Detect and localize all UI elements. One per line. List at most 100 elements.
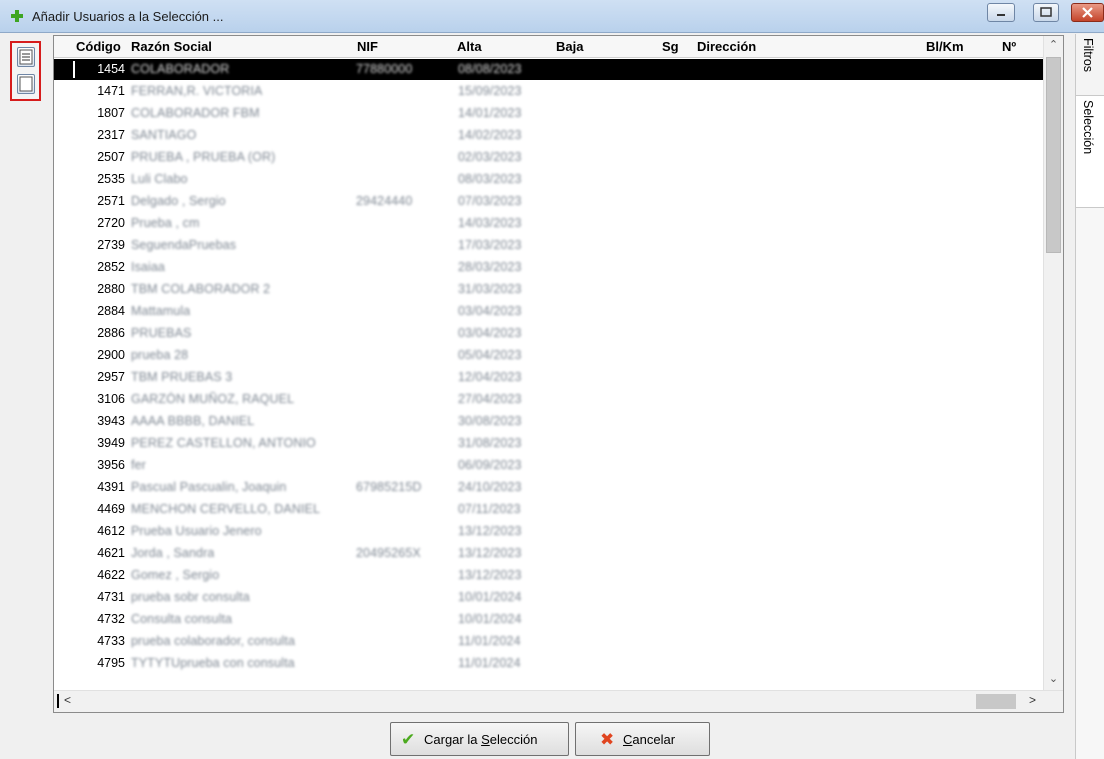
table-row[interactable]: 3956 fer 06/09/2023 [54, 455, 1043, 476]
row-indicator [73, 171, 75, 188]
table-row[interactable]: 2571 Delgado , Sergio 29424440 07/03/2023 [54, 191, 1043, 212]
table-row[interactable]: 2317 SANTIAGO 14/02/2023 [54, 125, 1043, 146]
scroll-left-icon[interactable]: < [64, 693, 71, 707]
cell-codigo: 2317 [97, 128, 125, 142]
column-header-baja[interactable]: Baja [556, 39, 583, 54]
table-row[interactable]: 2880 TBM COLABORADOR 2 31/03/2023 [54, 279, 1043, 300]
column-header-numero[interactable]: Nº [1002, 39, 1016, 54]
table-row[interactable]: 2957 TBM PRUEBAS 3 12/04/2023 [54, 367, 1043, 388]
cell-codigo: 4622 [97, 568, 125, 582]
users-grid[interactable]: Código Razón Social NIF Alta Baja Sg Dir… [53, 35, 1064, 713]
row-indicator [73, 325, 75, 342]
row-indicator [73, 369, 75, 386]
table-row[interactable]: 4612 Prueba Usuario Jenero 13/12/2023 [54, 521, 1043, 542]
title-bar: Añadir Usuarios a la Selección ... [0, 0, 1104, 33]
horizontal-scrollbar[interactable]: < > [54, 690, 1063, 712]
cell-nif: 20495265X [356, 546, 421, 560]
cell-razon-social: Luli Clabo [131, 172, 188, 186]
cell-codigo: 2571 [97, 194, 125, 208]
horizontal-scroll-thumb[interactable] [976, 694, 1016, 709]
row-indicator [73, 391, 75, 408]
tab-filtros[interactable]: Filtros [1076, 34, 1104, 96]
row-indicator [73, 237, 75, 254]
column-header-direccion[interactable]: Dirección [697, 39, 756, 54]
close-icon [1082, 7, 1093, 18]
row-indicator [73, 281, 75, 298]
table-row[interactable]: 3949 PEREZ CASTELLON, ANTONIO 31/08/2023 [54, 433, 1043, 454]
cell-codigo: 1454 [97, 62, 125, 76]
table-row[interactable]: 2884 Mattamula 03/04/2023 [54, 301, 1043, 322]
tab-seleccion[interactable]: Selección [1076, 96, 1104, 208]
table-row[interactable]: 1807 COLABORADOR FBM 14/01/2023 [54, 103, 1043, 124]
select-all-button[interactable] [17, 47, 35, 67]
load-selection-label: Cargar la Selección [424, 732, 538, 747]
scroll-down-icon[interactable]: ⌄ [1044, 670, 1063, 688]
load-selection-button[interactable]: ✔ Cargar la Selección [390, 722, 569, 756]
row-indicator [73, 193, 75, 210]
table-row[interactable]: 4621 Jorda , Sandra 20495265X 13/12/2023 [54, 543, 1043, 564]
cell-razon-social: Isaiaa [131, 260, 165, 274]
vertical-scroll-thumb[interactable] [1046, 57, 1061, 253]
table-row[interactable]: 4733 prueba colaborador, consulta 11/01/20… [54, 631, 1043, 652]
row-indicator [73, 435, 75, 452]
table-row[interactable]: 2535 Luli Clabo 08/03/2023 [54, 169, 1043, 190]
table-row[interactable]: 4731 prueba sobr consulta 10/01/2024 [54, 587, 1043, 608]
close-button[interactable] [1071, 3, 1104, 22]
table-row[interactable]: 1454 COLABORADOR 77880000 08/08/2023 [54, 59, 1043, 80]
table-row[interactable]: 2739 SeguendaPruebas 17/03/2023 [54, 235, 1043, 256]
scroll-start-marker [57, 694, 59, 708]
cell-razon-social: fer [131, 458, 146, 472]
cell-razon-social: prueba 28 [131, 348, 189, 362]
column-header-sg[interactable]: Sg [662, 39, 679, 54]
maximize-button[interactable] [1033, 3, 1059, 22]
table-row[interactable]: 2886 PRUEBAS 03/04/2023 [54, 323, 1043, 344]
table-row[interactable]: 2900 prueba 28 05/04/2023 [54, 345, 1043, 366]
cell-alta: 11/01/2024 [458, 656, 521, 670]
table-row[interactable]: 4622 Gomez , Sergio 13/12/2023 [54, 565, 1043, 586]
column-header-bl-km[interactable]: Bl/Km [926, 39, 964, 54]
cell-alta: 14/01/2023 [458, 106, 522, 120]
deselect-all-button[interactable] [17, 74, 35, 94]
cell-nif: 67985215D [356, 480, 422, 494]
scroll-right-icon[interactable]: > [1029, 693, 1036, 707]
cell-alta: 07/11/2023 [458, 502, 521, 516]
table-row[interactable]: 3943 AAAA BBBB, DANIEL 30/08/2023 [54, 411, 1043, 432]
table-row[interactable]: 4469 MENCHON CERVELLO, DANIEL 07/11/2023 [54, 499, 1043, 520]
row-indicator [73, 457, 75, 474]
cell-razon-social: prueba colaborador, consulta [131, 634, 296, 648]
tab-seleccion-label: Selección [1081, 100, 1095, 155]
table-row[interactable]: 4795 TYTYTUprueba con consulta 11/01/2024 [54, 653, 1043, 674]
table-row[interactable]: 2852 Isaiaa 28/03/2023 [54, 257, 1043, 278]
minimize-button[interactable] [987, 3, 1015, 22]
cell-razon-social: SeguendaPruebas [131, 238, 237, 252]
column-header-razon-social[interactable]: Razón Social [131, 39, 212, 54]
cell-razon-social: TBM COLABORADOR 2 [131, 282, 271, 296]
table-row[interactable]: 4732 Consulta consulta 10/01/2024 [54, 609, 1043, 630]
table-row[interactable]: 2507 PRUEBA , PRUEBA (OR) 02/03/2023 [54, 147, 1043, 168]
cell-razon-social: Prueba Usuario Jenero [131, 524, 262, 538]
vertical-scrollbar[interactable]: ⌃ ⌄ [1043, 36, 1063, 690]
side-tabs: Filtros Selección [1075, 34, 1104, 759]
table-row[interactable]: 3106 GARZÓN MUÑOZ, RAQUEL 27/04/2023 [54, 389, 1043, 410]
row-indicator [73, 83, 75, 100]
cell-codigo: 1471 [97, 84, 125, 98]
column-header-nif[interactable]: NIF [357, 39, 378, 54]
scroll-up-icon[interactable]: ⌃ [1044, 36, 1063, 54]
cell-codigo: 2900 [97, 348, 125, 362]
cell-codigo: 4469 [97, 502, 125, 516]
cell-codigo: 4795 [97, 656, 125, 670]
cell-codigo: 2880 [97, 282, 125, 296]
table-row[interactable]: 4391 Pascual Pascualin, Joaquin 67985215D 2… [54, 477, 1043, 498]
cell-codigo: 3943 [97, 414, 125, 428]
cell-alta: 24/10/2023 [458, 480, 522, 494]
cell-alta: 17/03/2023 [458, 238, 522, 252]
cell-codigo: 2884 [97, 304, 125, 318]
column-header-alta[interactable]: Alta [457, 39, 482, 54]
table-row[interactable]: 2720 Prueba , cm 14/03/2023 [54, 213, 1043, 234]
cell-alta: 14/03/2023 [458, 216, 522, 230]
table-row[interactable]: 1471 FERRAN,R. VICTORIA 15/09/2023 [54, 81, 1043, 102]
cell-alta: 08/08/2023 [458, 62, 522, 76]
cancel-button[interactable]: ✖ Cancelar [575, 722, 710, 756]
cell-razon-social: Jorda , Sandra [131, 546, 215, 560]
column-header-codigo[interactable]: Código [76, 39, 121, 54]
